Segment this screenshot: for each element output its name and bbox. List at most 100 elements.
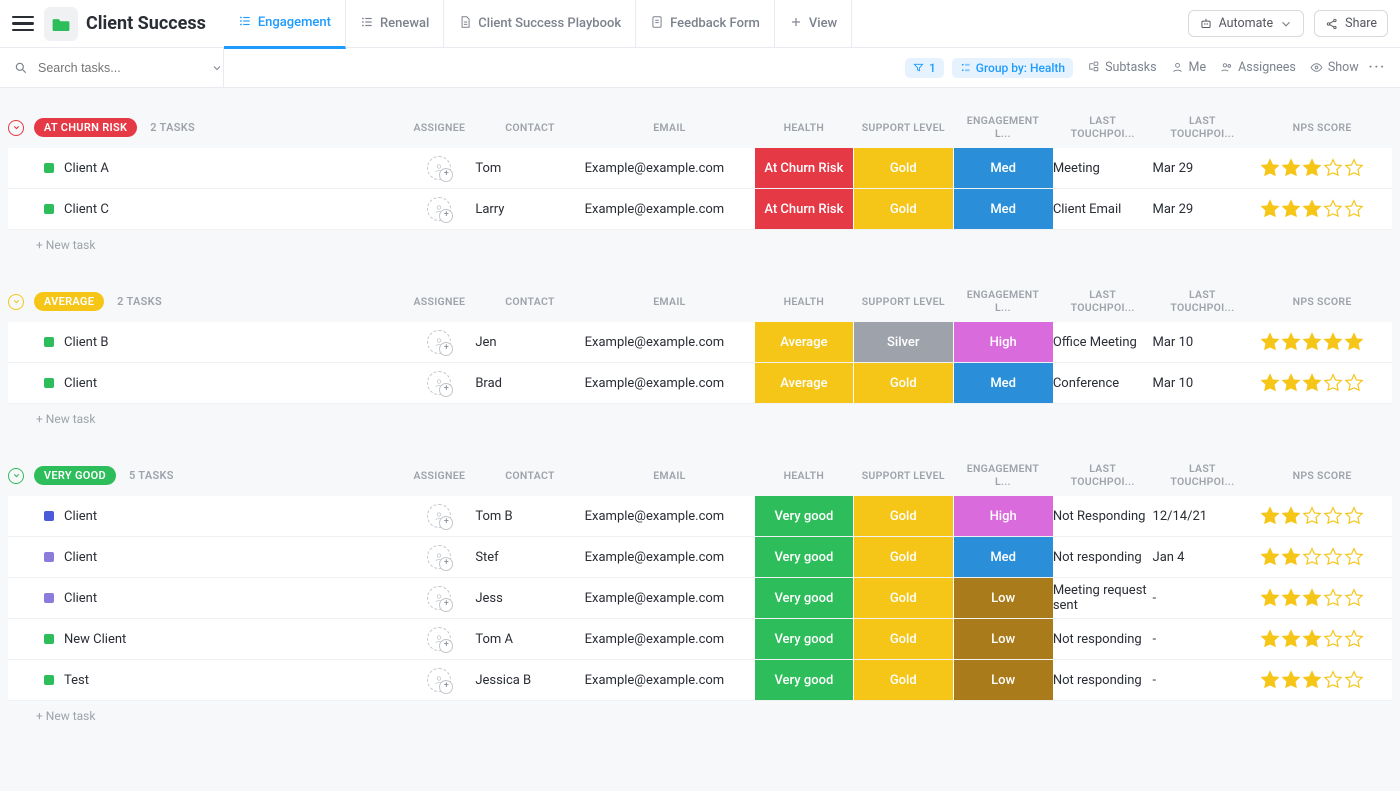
group-pill[interactable]: Average	[34, 292, 104, 311]
health-tag[interactable]: Average	[755, 322, 853, 362]
status-square[interactable]	[44, 163, 54, 173]
health-tag[interactable]: Very good	[755, 578, 853, 618]
star-icon[interactable]	[1323, 588, 1343, 608]
new-task-button[interactable]: + New task	[0, 230, 1400, 252]
engagement-tag[interactable]: High	[954, 496, 1053, 536]
col-support[interactable]: Support Level	[854, 280, 953, 322]
star-icon[interactable]	[1323, 629, 1343, 649]
assignee-add-icon[interactable]	[427, 545, 451, 569]
star-icon[interactable]	[1260, 506, 1280, 526]
col-assignee[interactable]: Assignee	[403, 106, 475, 148]
assignee-add-icon[interactable]	[427, 627, 451, 651]
col-touch1[interactable]: Last Touchpoi...	[1053, 280, 1153, 322]
col-touch2[interactable]: Last Touchpoi...	[1153, 280, 1253, 322]
star-icon[interactable]	[1281, 506, 1301, 526]
col-assignee[interactable]: Assignee	[403, 454, 475, 496]
col-contact[interactable]: Contact	[475, 280, 584, 322]
star-icon[interactable]	[1281, 373, 1301, 393]
support-tag[interactable]: Silver	[854, 322, 952, 362]
star-icon[interactable]	[1344, 588, 1364, 608]
status-square[interactable]	[44, 204, 54, 214]
star-icon[interactable]	[1302, 670, 1322, 690]
status-square[interactable]	[44, 593, 54, 603]
star-icon[interactable]	[1302, 199, 1322, 219]
health-tag[interactable]: Very good	[755, 660, 853, 700]
group-pill[interactable]: Very good	[34, 466, 116, 485]
col-contact[interactable]: Contact	[475, 106, 584, 148]
star-icon[interactable]	[1281, 547, 1301, 567]
star-icon[interactable]	[1260, 588, 1280, 608]
col-engagement[interactable]: Engagement L...	[953, 280, 1053, 322]
assignee-add-icon[interactable]	[427, 156, 451, 180]
engagement-tag[interactable]: Med	[954, 363, 1053, 403]
support-tag[interactable]: Gold	[854, 363, 952, 403]
engagement-tag[interactable]: Low	[954, 578, 1053, 618]
task-row[interactable]: Client C Larry Example@example.com At Ch…	[8, 189, 1392, 230]
nps-stars[interactable]	[1252, 670, 1392, 690]
task-row[interactable]: Test Jessica B Example@example.com Very …	[8, 660, 1392, 701]
star-icon[interactable]	[1323, 670, 1343, 690]
nps-stars[interactable]	[1252, 332, 1392, 352]
col-nps[interactable]: NPS Score	[1252, 280, 1392, 322]
star-icon[interactable]	[1344, 547, 1364, 567]
star-icon[interactable]	[1344, 199, 1364, 219]
task-row[interactable]: Client Jess Example@example.com Very goo…	[8, 578, 1392, 619]
star-icon[interactable]	[1323, 506, 1343, 526]
nps-stars[interactable]	[1252, 199, 1392, 219]
assignee-add-icon[interactable]	[427, 197, 451, 221]
star-icon[interactable]	[1323, 547, 1343, 567]
star-icon[interactable]	[1302, 332, 1322, 352]
col-engagement[interactable]: Engagement L...	[953, 106, 1053, 148]
health-tag[interactable]: Average	[755, 363, 853, 403]
col-support[interactable]: Support Level	[854, 106, 953, 148]
star-icon[interactable]	[1323, 373, 1343, 393]
col-support[interactable]: Support Level	[854, 454, 953, 496]
tab-view[interactable]: View	[775, 0, 852, 48]
engagement-tag[interactable]: Low	[954, 619, 1053, 659]
status-square[interactable]	[44, 552, 54, 562]
star-icon[interactable]	[1302, 588, 1322, 608]
health-tag[interactable]: At Churn Risk	[755, 189, 853, 229]
engagement-tag[interactable]: Med	[954, 537, 1053, 577]
tab-client-success-playbook[interactable]: Client Success Playbook	[444, 0, 636, 48]
col-contact[interactable]: Contact	[475, 454, 584, 496]
tab-feedback-form[interactable]: Feedback Form	[636, 0, 775, 48]
star-icon[interactable]	[1302, 547, 1322, 567]
star-icon[interactable]	[1302, 373, 1322, 393]
nps-stars[interactable]	[1252, 588, 1392, 608]
engagement-tag[interactable]: Low	[954, 660, 1053, 700]
star-icon[interactable]	[1302, 158, 1322, 178]
star-icon[interactable]	[1260, 547, 1280, 567]
collapse-toggle[interactable]	[8, 294, 24, 310]
assignees-button[interactable]: Assignees	[1220, 60, 1296, 75]
col-health[interactable]: Health	[754, 106, 853, 148]
nps-stars[interactable]	[1252, 506, 1392, 526]
star-icon[interactable]	[1281, 158, 1301, 178]
collapse-toggle[interactable]	[8, 120, 24, 136]
status-square[interactable]	[44, 634, 54, 644]
star-icon[interactable]	[1344, 506, 1364, 526]
status-square[interactable]	[44, 378, 54, 388]
chevron-down-icon[interactable]	[211, 62, 223, 74]
nps-stars[interactable]	[1252, 158, 1392, 178]
star-icon[interactable]	[1344, 158, 1364, 178]
health-tag[interactable]: Very good	[755, 619, 853, 659]
col-assignee[interactable]: Assignee	[403, 280, 475, 322]
engagement-tag[interactable]: High	[954, 322, 1053, 362]
star-icon[interactable]	[1323, 199, 1343, 219]
status-square[interactable]	[44, 511, 54, 521]
task-row[interactable]: Client Tom B Example@example.com Very go…	[8, 496, 1392, 537]
star-icon[interactable]	[1302, 506, 1322, 526]
assignee-add-icon[interactable]	[427, 330, 451, 354]
star-icon[interactable]	[1344, 629, 1364, 649]
star-icon[interactable]	[1260, 373, 1280, 393]
star-icon[interactable]	[1260, 158, 1280, 178]
support-tag[interactable]: Gold	[854, 148, 952, 188]
more-icon[interactable]: ···	[1369, 60, 1386, 75]
support-tag[interactable]: Gold	[854, 619, 952, 659]
star-icon[interactable]	[1281, 332, 1301, 352]
col-nps[interactable]: NPS Score	[1252, 454, 1392, 496]
support-tag[interactable]: Gold	[854, 496, 952, 536]
task-row[interactable]: Client A Tom Example@example.com At Chur…	[8, 148, 1392, 189]
star-icon[interactable]	[1281, 670, 1301, 690]
